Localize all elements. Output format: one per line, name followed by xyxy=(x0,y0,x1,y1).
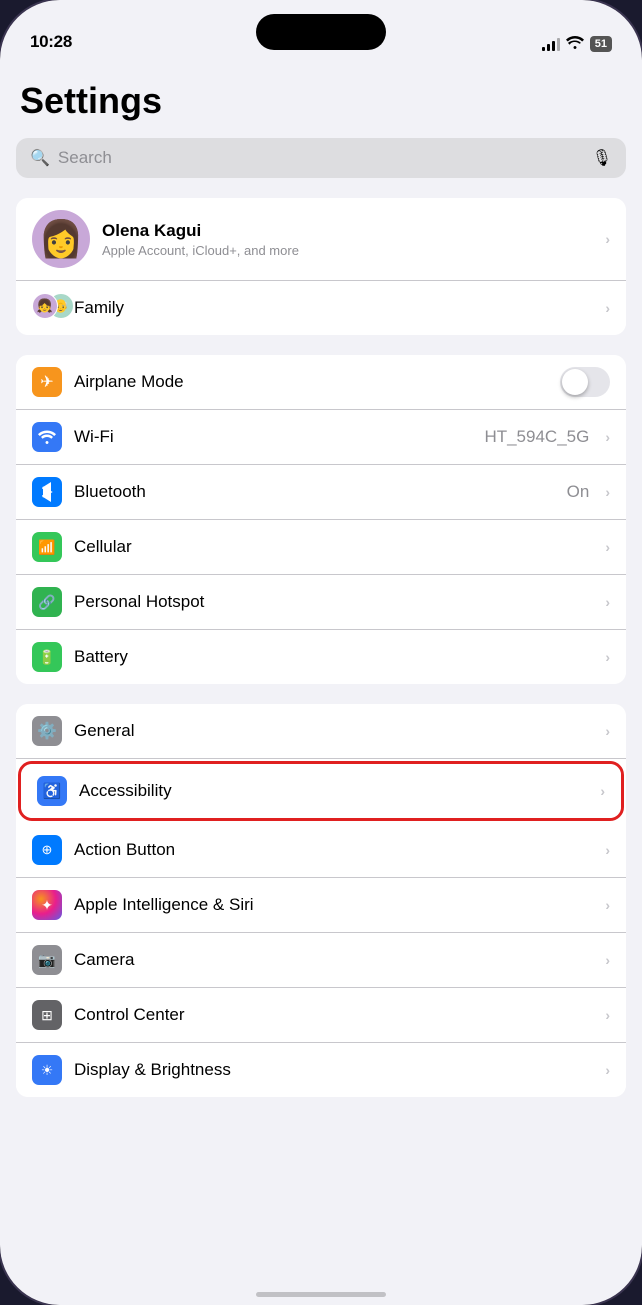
general-label: General xyxy=(74,721,593,741)
signal-icon xyxy=(542,37,560,51)
battery-row[interactable]: 🔋 Battery › xyxy=(16,630,626,684)
personal-hotspot-label: Personal Hotspot xyxy=(74,592,593,612)
cellular-row[interactable]: 📶 Cellular › xyxy=(16,520,626,575)
wifi-icon xyxy=(32,422,62,452)
action-button-row[interactable]: ⊕ Action Button › xyxy=(16,823,626,878)
family-avatars: 👧 👴 xyxy=(32,293,62,323)
battery-icon: 51 xyxy=(590,36,612,52)
dynamic-island xyxy=(256,14,386,50)
bluetooth-value: On xyxy=(567,482,590,502)
wifi-row[interactable]: Wi-Fi HT_594C_5G › xyxy=(16,410,626,465)
bluetooth-row[interactable]: Bluetooth On › xyxy=(16,465,626,520)
display-brightness-icon: ☀ xyxy=(32,1055,62,1085)
chevron-right-icon: › xyxy=(605,842,610,858)
search-icon: 🔍 xyxy=(30,148,50,168)
personal-hotspot-row[interactable]: 🔗 Personal Hotspot › xyxy=(16,575,626,630)
cellular-label: Cellular xyxy=(74,537,593,557)
family-row[interactable]: 👧 👴 Family › xyxy=(16,281,626,335)
home-indicator xyxy=(256,1292,386,1297)
battery-icon: 🔋 xyxy=(32,642,62,672)
control-center-icon: ⊞ xyxy=(32,1000,62,1030)
general-icon: ⚙️ xyxy=(32,716,62,746)
family-label: Family xyxy=(74,298,593,318)
action-button-label: Action Button xyxy=(74,840,593,860)
chevron-right-icon: › xyxy=(605,952,610,968)
airplane-mode-label: Airplane Mode xyxy=(74,372,548,392)
wifi-icon xyxy=(566,35,584,52)
profile-card: 👩 Olena Kagui Apple Account, iCloud+, an… xyxy=(16,198,626,335)
camera-row[interactable]: 📷 Camera › xyxy=(16,933,626,988)
chevron-right-icon: › xyxy=(605,300,610,316)
control-center-row[interactable]: ⊞ Control Center › xyxy=(16,988,626,1043)
general-row[interactable]: ⚙️ General › xyxy=(16,704,626,759)
chevron-right-icon: › xyxy=(605,484,610,500)
cellular-icon: 📶 xyxy=(32,532,62,562)
scroll-content[interactable]: Settings 🔍 Search 🎙 👩 Olena Kagui Apple … xyxy=(0,60,642,1305)
profile-subtitle: Apple Account, iCloud+, and more xyxy=(102,243,593,258)
chevron-right-icon: › xyxy=(605,897,610,913)
status-icons: 51 xyxy=(542,35,612,52)
wifi-value: HT_594C_5G xyxy=(484,427,589,447)
display-brightness-row[interactable]: ☀ Display & Brightness › xyxy=(16,1043,626,1097)
chevron-right-icon: › xyxy=(605,649,610,665)
accessibility-highlight-border: ♿ Accessibility › xyxy=(18,761,624,821)
phone-frame: 10:28 51 xyxy=(0,0,642,1305)
chevron-right-icon: › xyxy=(605,539,610,555)
apple-intelligence-row[interactable]: ✦ Apple Intelligence & Siri › xyxy=(16,878,626,933)
network-settings-group: ✈ Airplane Mode Wi-Fi xyxy=(16,355,626,684)
chevron-right-icon: › xyxy=(605,723,610,739)
family-avatar-1: 👧 xyxy=(32,293,58,319)
profile-info: Olena Kagui Apple Account, iCloud+, and … xyxy=(102,221,593,258)
control-center-label: Control Center xyxy=(74,1005,593,1025)
airplane-mode-icon: ✈ xyxy=(32,367,62,397)
phone-screen: 10:28 51 xyxy=(0,0,642,1305)
chevron-right-icon: › xyxy=(600,783,605,799)
display-brightness-label: Display & Brightness xyxy=(74,1060,593,1080)
profile-row[interactable]: 👩 Olena Kagui Apple Account, iCloud+, an… xyxy=(16,198,626,281)
personal-hotspot-icon: 🔗 xyxy=(32,587,62,617)
toggle-thumb xyxy=(562,369,588,395)
accessibility-icon: ♿ xyxy=(37,776,67,806)
bluetooth-label: Bluetooth xyxy=(74,482,555,502)
airplane-mode-toggle[interactable] xyxy=(560,367,610,397)
chevron-right-icon: › xyxy=(605,1062,610,1078)
avatar: 👩 xyxy=(32,210,90,268)
chevron-right-icon: › xyxy=(605,231,610,247)
camera-label: Camera xyxy=(74,950,593,970)
camera-icon: 📷 xyxy=(32,945,62,975)
apple-intelligence-icon: ✦ xyxy=(32,890,62,920)
chevron-right-icon: › xyxy=(605,594,610,610)
chevron-right-icon: › xyxy=(605,1007,610,1023)
status-time: 10:28 xyxy=(30,32,72,52)
system-settings-group: ⚙️ General › ♿ Accessibility › xyxy=(16,704,626,1097)
airplane-mode-row[interactable]: ✈ Airplane Mode xyxy=(16,355,626,410)
mic-icon[interactable]: 🎙 xyxy=(592,148,612,168)
accessibility-label: Accessibility xyxy=(79,781,588,801)
accessibility-highlight-container: ♿ Accessibility › xyxy=(16,759,626,823)
search-bar[interactable]: 🔍 Search 🎙 xyxy=(16,138,626,178)
action-button-icon: ⊕ xyxy=(32,835,62,865)
wifi-label: Wi-Fi xyxy=(74,427,472,447)
page-title: Settings xyxy=(16,80,626,122)
search-placeholder: Search xyxy=(58,148,584,168)
apple-intelligence-label: Apple Intelligence & Siri xyxy=(74,895,593,915)
accessibility-row[interactable]: ♿ Accessibility › xyxy=(21,764,621,818)
bluetooth-icon xyxy=(32,477,62,507)
battery-label: Battery xyxy=(74,647,593,667)
profile-name: Olena Kagui xyxy=(102,221,593,241)
chevron-right-icon: › xyxy=(605,429,610,445)
